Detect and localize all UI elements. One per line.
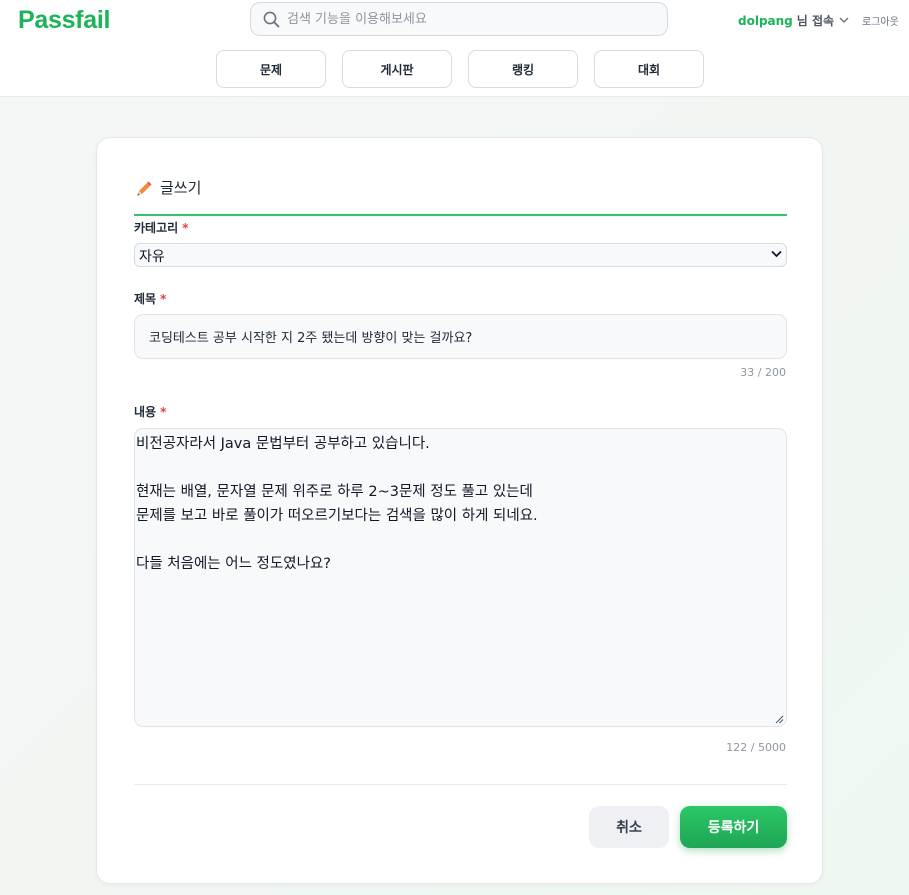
chevron-down-icon	[839, 17, 849, 23]
submit-button[interactable]: 등록하기	[680, 806, 787, 848]
title-label-text: 제목	[134, 292, 157, 306]
chevron-down-icon	[771, 250, 782, 258]
search-input[interactable]	[287, 3, 657, 35]
required-mark: *	[160, 405, 167, 419]
content-label: 내용 *	[134, 403, 166, 420]
user-name: dolpang	[738, 13, 793, 28]
category-label-text: 카테고리	[134, 221, 179, 235]
content-text: 비전공자라서 Java 문법부터 공부하고 있습니다. 현재는 배열, 문자열 …	[136, 436, 538, 572]
search-icon	[263, 11, 280, 28]
resize-grip-icon[interactable]	[775, 715, 784, 724]
nav-contest-button[interactable]: 대회	[594, 50, 704, 88]
user-suffix: 님 접속	[796, 14, 835, 28]
title-label: 제목 *	[134, 290, 166, 307]
nav-problems-button[interactable]: 문제	[216, 50, 326, 88]
cancel-button[interactable]: 취소	[589, 806, 669, 848]
required-mark: *	[160, 292, 167, 306]
top-header: Passfail dolpang 님 접속 로그아웃 문제 게시판 랭킹 대회	[0, 0, 909, 97]
category-selected-value: 자유	[139, 249, 165, 265]
pencil-icon	[137, 180, 152, 196]
footer-divider	[134, 784, 787, 785]
search-box[interactable]	[250, 2, 668, 36]
category-select[interactable]: 자유	[134, 243, 787, 267]
category-label: 카테고리 *	[134, 219, 188, 236]
required-mark: *	[182, 221, 189, 235]
site-logo[interactable]: Passfail	[18, 6, 110, 35]
content-label-text: 내용	[134, 405, 157, 419]
user-menu[interactable]: dolpang 님 접속	[738, 12, 849, 29]
title-divider	[134, 214, 787, 216]
logout-link[interactable]: 로그아웃	[862, 13, 899, 28]
title-char-counter: 33 / 200	[740, 366, 786, 379]
form-title: 글쓰기	[135, 177, 201, 198]
content-char-counter: 122 / 5000	[726, 741, 786, 754]
write-form-card: 글쓰기 카테고리* 자유 제목* 33 / 200 내용* 비전공자라서 Jav…	[96, 137, 823, 884]
nav-board-button[interactable]: 게시판	[342, 50, 452, 88]
nav-ranking-button[interactable]: 랭킹	[468, 50, 578, 88]
form-title-text: 글쓰기	[160, 179, 202, 197]
title-input[interactable]	[134, 314, 787, 359]
content-textarea[interactable]: 비전공자라서 Java 문법부터 공부하고 있습니다. 현재는 배열, 문자열 …	[134, 428, 787, 727]
